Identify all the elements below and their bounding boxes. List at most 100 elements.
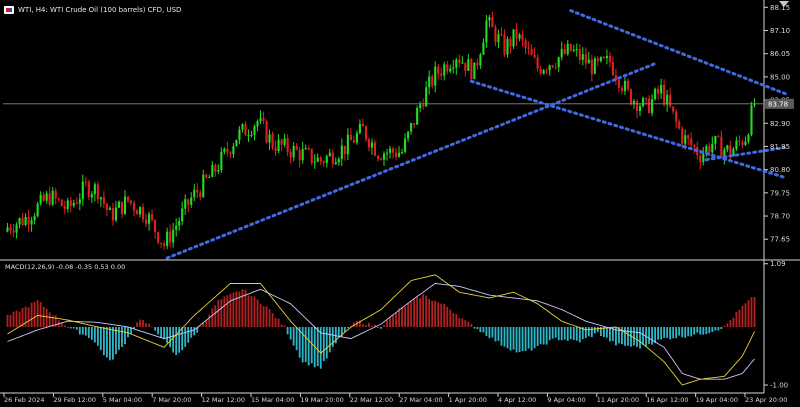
candle-body[interactable] [274,147,277,152]
candle-body[interactable] [530,48,533,55]
candle-body[interactable] [126,196,130,201]
candle-body[interactable] [672,106,675,112]
candle-body[interactable] [644,98,648,100]
candle-body[interactable] [340,145,343,160]
candle-body[interactable] [169,231,172,243]
candle-body[interactable] [160,242,163,244]
candle-body[interactable] [202,174,205,197]
candle-body[interactable] [482,42,485,55]
candle-body[interactable] [458,59,461,63]
candle-body[interactable] [690,138,693,146]
candle-body[interactable] [581,54,584,60]
candle-body[interactable] [382,153,386,160]
candle-body[interactable] [470,59,473,80]
candle-body[interactable] [117,201,121,208]
candle-body[interactable] [135,210,139,215]
candle-body[interactable] [157,232,160,243]
candle-body[interactable] [214,164,217,172]
candle-body[interactable] [277,139,280,152]
candle-body[interactable] [349,134,352,141]
candle-body[interactable] [699,155,702,163]
candle-body[interactable] [84,181,87,183]
candle-body[interactable] [419,104,422,109]
candle-body[interactable] [431,76,434,86]
candle-body[interactable] [747,134,750,142]
candle-body[interactable] [398,152,401,157]
candle-body[interactable] [545,70,548,72]
candle-body[interactable] [693,145,696,147]
candle-body[interactable] [108,208,111,211]
candle-body[interactable] [322,161,325,163]
candle-body[interactable] [675,111,678,122]
candle-body[interactable] [376,155,380,160]
candle-body[interactable] [232,146,235,155]
trendline-ascending-support[interactable] [165,62,657,260]
candle-body[interactable] [648,98,651,113]
candle-body[interactable] [497,34,500,43]
candle-body[interactable] [440,73,443,76]
candle-body[interactable] [114,207,117,221]
candle-body[interactable] [551,65,554,68]
candle-body[interactable] [325,156,328,163]
candle-body[interactable] [280,139,283,145]
candle-body[interactable] [238,129,241,140]
candle-body[interactable] [145,219,148,224]
candle-body[interactable] [346,134,349,155]
candle-body[interactable] [394,152,398,157]
candle-body[interactable] [590,59,593,74]
candle-body[interactable] [24,217,27,225]
candle-body[interactable] [373,142,377,156]
candle-body[interactable] [536,57,539,69]
candle-body[interactable] [36,203,39,217]
candle-body[interactable] [190,197,193,205]
candle-body[interactable] [247,135,250,137]
candle-body[interactable] [72,203,75,206]
candle-body[interactable] [196,189,199,193]
candle-body[interactable] [602,57,605,59]
candle-body[interactable] [539,68,542,74]
candle-body[interactable] [654,88,657,100]
candle-body[interactable] [623,81,627,92]
candle-body[interactable] [229,152,232,155]
candle-body[interactable] [301,149,304,161]
candle-body[interactable] [78,199,81,204]
candle-body[interactable] [151,214,154,220]
candle-body[interactable] [370,142,374,148]
candle-body[interactable] [587,59,590,64]
candle-body[interactable] [223,148,226,152]
candle-body[interactable] [657,88,660,94]
candle-body[interactable] [283,138,286,145]
candle-body[interactable] [473,62,476,80]
candle-body[interactable] [81,181,84,200]
candle-body[interactable] [388,148,392,153]
candle-body[interactable] [584,54,587,64]
candle-body[interactable] [524,40,527,48]
candle-body[interactable] [286,138,289,152]
candle-body[interactable] [669,94,672,107]
candle-body[interactable] [15,224,18,233]
candle-body[interactable] [572,49,575,51]
candle-body[interactable] [220,151,223,170]
candle-body[interactable] [39,194,42,204]
candle-body[interactable] [566,44,569,54]
candle-body[interactable] [635,101,639,112]
candle-body[interactable] [509,38,512,47]
candle-body[interactable] [410,123,413,132]
candle-body[interactable] [256,121,259,127]
candle-body[interactable] [485,20,488,43]
candle-body[interactable] [54,190,57,199]
candle-body[interactable] [443,64,446,76]
candle-body[interactable] [500,34,503,36]
candle-body[interactable] [6,227,9,232]
candle-body[interactable] [111,208,114,221]
candle-body[interactable] [379,159,383,161]
candle-body[interactable] [226,148,229,153]
candle-body[interactable] [596,58,599,62]
candle-body[interactable] [599,57,602,62]
candle-body[interactable] [352,140,355,143]
candle-body[interactable] [401,152,404,154]
candle-body[interactable] [708,146,711,153]
candle-body[interactable] [12,230,15,233]
candle-body[interactable] [123,196,127,215]
candle-body[interactable] [358,123,361,134]
